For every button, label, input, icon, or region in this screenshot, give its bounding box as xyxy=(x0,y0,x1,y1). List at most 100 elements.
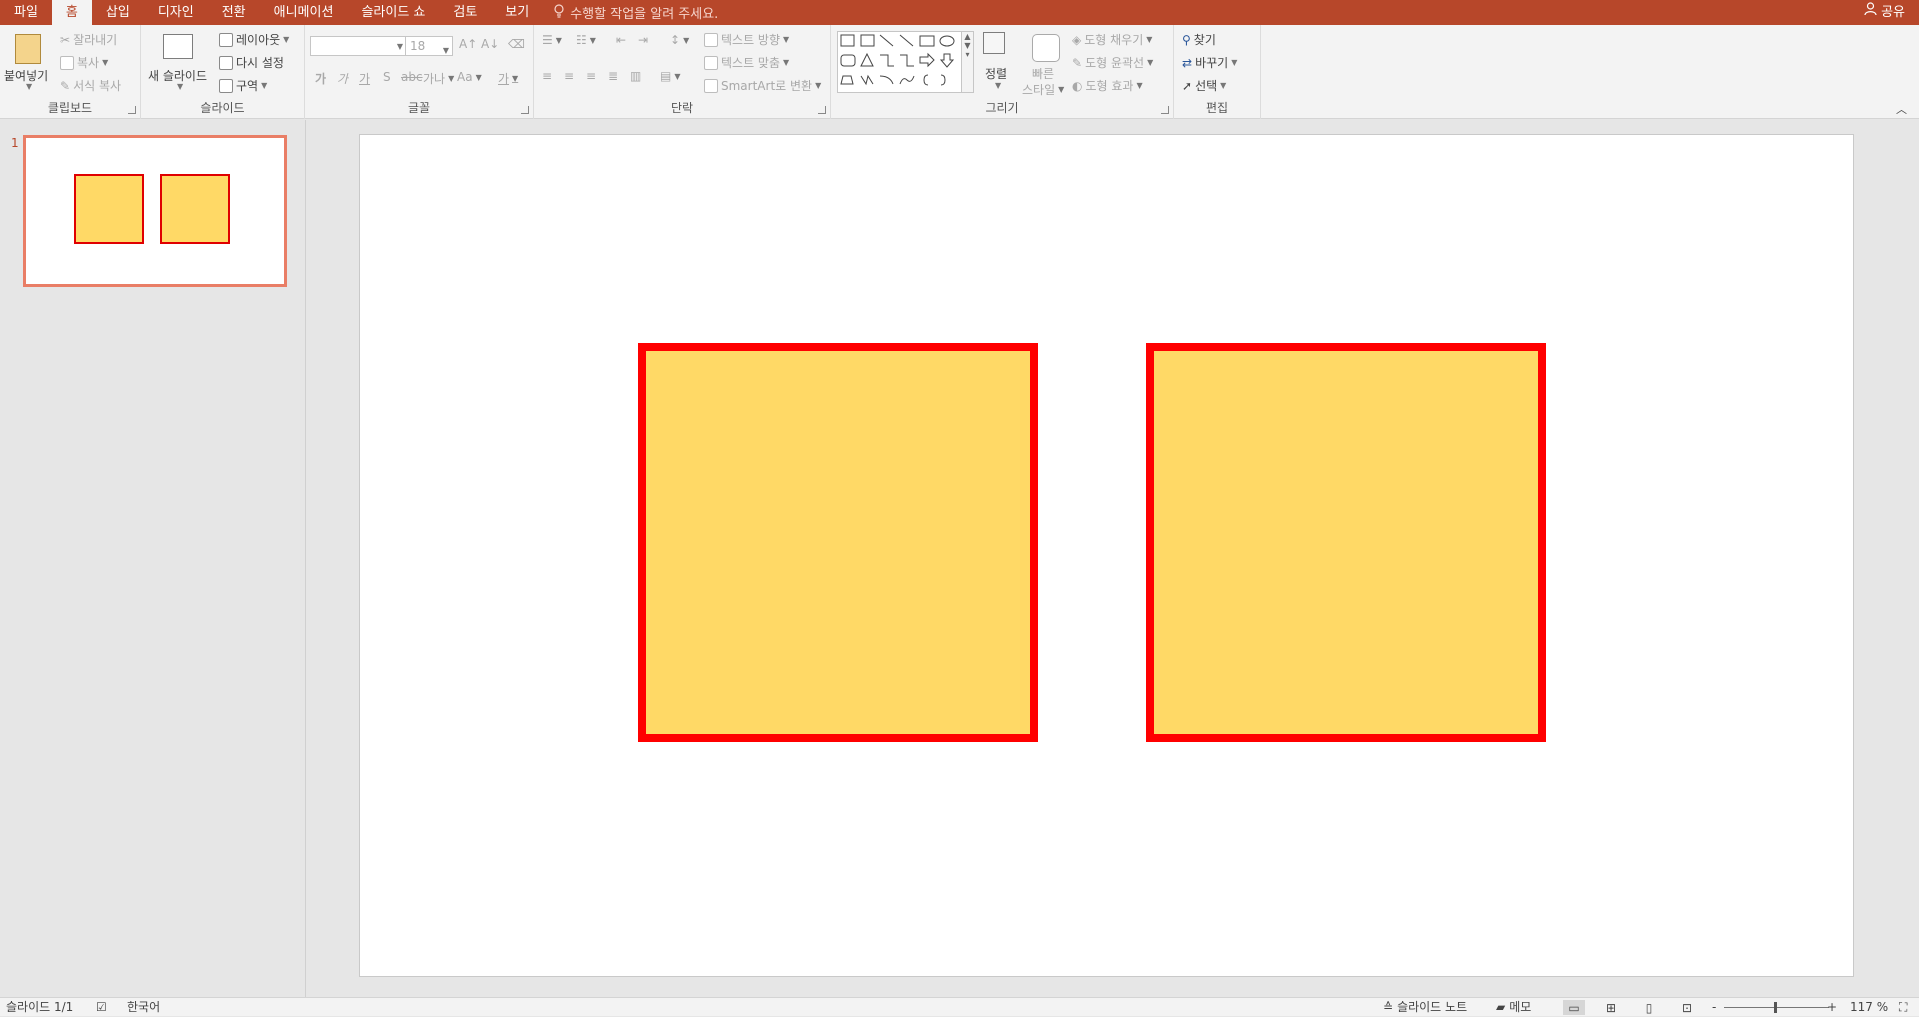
font-size-input[interactable]: 18 ▼ xyxy=(405,36,453,56)
tab-animations[interactable]: 애니메이션 xyxy=(260,0,348,25)
left-square-shape[interactable] xyxy=(638,343,1038,742)
tab-insert[interactable]: 삽입 xyxy=(92,0,144,25)
align-left-button[interactable]: ≡ xyxy=(542,69,552,83)
tab-slideshow[interactable]: 슬라이드 쇼 xyxy=(347,0,439,25)
slide-thumbnail[interactable] xyxy=(23,135,287,287)
increase-indent-button[interactable]: ⇥ xyxy=(638,33,648,47)
new-slide-dropdown[interactable]: ▼ xyxy=(177,82,183,91)
zoom-out-button[interactable]: - xyxy=(1712,998,1716,1017)
share-button[interactable]: 공유 xyxy=(1864,0,1905,25)
bullets-button[interactable]: ☰ ▼ xyxy=(542,33,562,47)
collapse-ribbon-button[interactable]: ︿ xyxy=(1896,101,1907,117)
distributed-button[interactable]: ▥ xyxy=(630,69,641,83)
quick-styles-label-2: 스타일 xyxy=(1022,83,1056,97)
line-spacing-button[interactable]: ↕ ▼ xyxy=(670,33,689,47)
change-case-label: Aa xyxy=(457,70,473,84)
align-right-button[interactable]: ≡ xyxy=(586,69,596,83)
shapes-gallery[interactable]: ▲ ▼ ▾ xyxy=(837,31,974,93)
comments-button[interactable]: ▰ 메모 xyxy=(1496,998,1531,1017)
copy-button[interactable]: 복사 ▼ xyxy=(60,54,108,71)
tab-home[interactable]: 홈 xyxy=(51,0,92,25)
change-case-button[interactable]: Aa ▼ xyxy=(457,70,482,84)
spelling-status[interactable]: ☑ xyxy=(96,998,107,1017)
quick-styles-button-2[interactable]: 스타일 ▼ xyxy=(1022,81,1064,98)
arrange-dropdown[interactable]: ▼ xyxy=(995,81,1001,90)
align-text-icon xyxy=(704,55,718,70)
normal-view-button[interactable]: ▭ xyxy=(1563,1000,1585,1015)
strikethrough-button[interactable]: abc xyxy=(401,70,423,84)
share-label: 공유 xyxy=(1881,5,1905,20)
underline-button[interactable]: 가 xyxy=(359,70,370,87)
right-square-shape[interactable] xyxy=(1146,343,1546,742)
quick-styles-button[interactable]: 빠른 xyxy=(1032,65,1054,82)
text-direction-button[interactable]: 텍스트 방향 ▼ xyxy=(704,31,789,48)
shadow-label: S xyxy=(383,70,391,84)
clear-format-button[interactable]: ⌫ xyxy=(508,37,525,51)
reset-button[interactable]: 다시 설정 xyxy=(219,54,284,71)
tab-design[interactable]: 디자인 xyxy=(144,0,208,25)
chevron-down-icon[interactable]: ▼ xyxy=(962,41,973,50)
justify-button[interactable]: ≣ xyxy=(608,69,618,83)
tell-me-search[interactable]: 수행할 작업을 알려 주세요. xyxy=(553,3,718,22)
zoom-slider-thumb[interactable] xyxy=(1774,1002,1777,1013)
chevron-up-icon[interactable]: ▲ xyxy=(962,32,973,41)
effects-icon: ◐ xyxy=(1072,78,1083,93)
font-name-input[interactable]: ▼ xyxy=(310,36,407,56)
clipboard-launcher-icon[interactable] xyxy=(128,106,136,114)
tab-view[interactable]: 보기 xyxy=(491,0,543,25)
align-center-button[interactable]: ≡ xyxy=(564,69,574,83)
tab-review[interactable]: 검토 xyxy=(439,0,491,25)
shape-effects-button[interactable]: ◐ 도형 효과 ▼ xyxy=(1072,77,1143,94)
replace-button[interactable]: ⇄ 바꾸기 ▼ xyxy=(1182,54,1237,71)
fit-to-window-button[interactable]: ⛶ xyxy=(1899,998,1907,1017)
tab-file[interactable]: 파일 xyxy=(0,0,52,25)
find-button[interactable]: ⚲ 찾기 xyxy=(1182,31,1216,48)
char-spacing-button[interactable]: 가나 ▼ xyxy=(423,70,454,87)
font-launcher-icon[interactable] xyxy=(521,106,529,114)
shadow-button[interactable]: S xyxy=(383,70,391,84)
reading-view-button[interactable]: ▯ xyxy=(1638,1000,1660,1015)
brush-icon: ✎ xyxy=(60,78,71,93)
select-button[interactable]: ➚ 선택 ▼ xyxy=(1182,77,1226,94)
more-icon[interactable]: ▾ xyxy=(962,50,973,59)
language-status[interactable]: 한국어 xyxy=(127,998,160,1017)
notes-button[interactable]: ≙ 슬라이드 노트 xyxy=(1383,998,1467,1017)
align-text-button[interactable]: 텍스트 맞춤 ▼ xyxy=(704,54,789,71)
decrease-indent-button[interactable]: ⇤ xyxy=(616,33,626,47)
paragraph-group-label: 단락 xyxy=(670,101,694,115)
shape-outline-label: 도형 윤곽선 xyxy=(1085,56,1145,70)
slide-sorter-button[interactable]: ⊞ xyxy=(1600,1000,1622,1015)
italic-button[interactable]: 가 xyxy=(337,70,348,87)
section-icon xyxy=(219,78,233,93)
select-label: 선택 xyxy=(1195,79,1218,93)
zoom-in-button[interactable]: + xyxy=(1827,998,1837,1017)
shape-fill-button[interactable]: ◈ 도형 채우기 ▼ xyxy=(1072,31,1152,48)
smartart-button[interactable]: SmartArt로 변환 ▼ xyxy=(704,77,821,94)
cut-button[interactable]: ✂ 잘라내기 xyxy=(60,31,117,48)
format-painter-button[interactable]: ✎ 서식 복사 xyxy=(60,77,121,94)
grow-font-button[interactable]: A↑ xyxy=(459,37,477,51)
shapes-gallery-icons xyxy=(840,34,955,86)
font-color-button[interactable]: 가 ▼ xyxy=(498,70,518,87)
layout-button[interactable]: 레이아웃 ▼ xyxy=(219,31,289,48)
font-size-value: 18 xyxy=(410,39,426,53)
columns-button[interactable]: ▤ ▼ xyxy=(660,69,681,83)
shrink-font-button[interactable]: A↓ xyxy=(481,37,499,51)
paste-dropdown[interactable]: ▼ xyxy=(26,82,32,91)
slideshow-view-button[interactable]: ⊡ xyxy=(1676,1000,1698,1015)
grow-font-icon: A↑ xyxy=(459,37,478,51)
paragraph-launcher-icon[interactable] xyxy=(818,106,826,114)
numbering-button[interactable]: ☷ ▼ xyxy=(576,33,596,47)
drawing-launcher-icon[interactable] xyxy=(1161,106,1169,114)
bold-button[interactable]: 가 xyxy=(315,70,326,87)
gallery-scroll[interactable]: ▲ ▼ ▾ xyxy=(961,32,973,92)
slide-canvas[interactable] xyxy=(359,134,1854,977)
shape-outline-button[interactable]: ✎ 도형 윤곽선 ▼ xyxy=(1072,54,1153,71)
quick-styles-icon xyxy=(1032,34,1060,62)
tab-transitions[interactable]: 전환 xyxy=(208,0,260,25)
underline-label: 가 xyxy=(359,72,371,86)
zoom-level[interactable]: 117 % xyxy=(1850,998,1888,1017)
arrange-button[interactable]: 정렬 xyxy=(985,65,1007,82)
section-button[interactable]: 구역 ▼ xyxy=(219,77,267,94)
slides-group-label: 슬라이드 xyxy=(200,101,245,115)
